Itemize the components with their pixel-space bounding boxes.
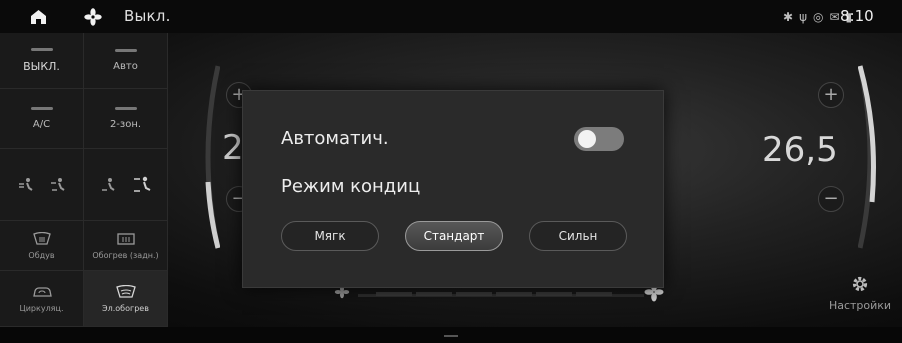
airflow-modes-left (0, 149, 84, 221)
message-icon: ✉ (829, 10, 840, 24)
front-defrost-label: Обдув (28, 250, 55, 260)
recirculation-button[interactable]: Циркуляц. (0, 271, 84, 327)
off-indicator (30, 48, 53, 51)
bluetooth-icon: ✱ (783, 10, 794, 24)
airflow-face-feet-icon[interactable] (49, 176, 67, 194)
auto-mode-label: Автоматич. (281, 128, 389, 149)
ac-indicator (30, 107, 53, 110)
right-temp-arc[interactable] (858, 62, 882, 252)
rear-defrost-icon (116, 232, 135, 245)
heated-windshield-label: Эл.обогрев (102, 303, 149, 313)
mode-standard-button[interactable]: Стандарт (405, 221, 503, 251)
mode-soft-button[interactable]: Мягк (281, 221, 379, 251)
dual-zone-indicator (114, 107, 137, 110)
gear-icon (852, 276, 868, 292)
auto-mode-toggle[interactable] (574, 127, 624, 151)
clock: 8:10 (840, 7, 874, 25)
airflow-windshield-feet-icon[interactable] (131, 175, 153, 195)
ac-mode-dialog: Автоматич. Режим кондиц Мягк Стандарт Си… (242, 90, 664, 288)
signal-icon: ◎ (812, 10, 824, 24)
dual-zone-button[interactable]: 2-зон. (84, 89, 168, 149)
ac-button[interactable]: A/C (0, 89, 84, 149)
auto-indicator (114, 49, 137, 52)
auto-label: Авто (113, 61, 138, 72)
left-temperature: 2 (222, 128, 244, 168)
climate-screen: Выкл. ✱ ψ ◎ ✉ ▮ 8:10 ВЫКЛ. Авто A/C 2-зо… (0, 0, 902, 343)
usb-icon: ψ (799, 10, 807, 24)
rear-defrost-button[interactable]: Обогрев (задн.) (84, 221, 168, 271)
home-icon[interactable] (30, 9, 47, 25)
fan-status-text: Выкл. (124, 7, 171, 25)
left-temp-arc[interactable] (196, 62, 220, 252)
front-defrost-button[interactable]: Обдув (0, 221, 84, 271)
recirculation-label: Циркуляц. (19, 303, 64, 313)
ac-label: A/C (32, 119, 51, 130)
front-defrost-icon (32, 231, 51, 245)
ac-mode-label: Режим кондиц (281, 176, 421, 197)
off-button[interactable]: ВЫКЛ. (0, 33, 84, 89)
left-control-panel: ВЫКЛ. Авто A/C 2-зон. Обдув Обогрев (зад… (0, 33, 168, 327)
heated-windshield-button[interactable]: Эл.обогрев (84, 271, 168, 327)
airflow-feet-icon[interactable] (99, 176, 117, 194)
settings-label: Настройки (828, 299, 892, 312)
settings-button[interactable]: Настройки (818, 271, 902, 321)
toggle-knob (578, 130, 596, 148)
mode-strong-button[interactable]: Сильн (529, 221, 627, 251)
heated-windshield-icon (115, 284, 136, 298)
rear-defrost-label: Обогрев (задн.) (92, 250, 159, 260)
recirculation-icon (32, 286, 52, 297)
fan-icon[interactable] (84, 8, 102, 26)
airflow-face-icon[interactable] (17, 176, 35, 194)
right-temp-plus-button[interactable]: + (818, 82, 844, 108)
right-temperature: 26,5 (762, 130, 838, 170)
dual-zone-label: 2-зон. (109, 119, 142, 130)
airflow-modes-right (84, 149, 168, 221)
bottom-handle[interactable] (444, 335, 458, 337)
auto-button[interactable]: Авто (84, 33, 168, 89)
off-label: ВЫКЛ. (23, 60, 60, 73)
status-bar: Выкл. ✱ ψ ◎ ✉ ▮ 8:10 (0, 0, 902, 33)
right-temp-minus-button[interactable]: − (818, 186, 844, 212)
